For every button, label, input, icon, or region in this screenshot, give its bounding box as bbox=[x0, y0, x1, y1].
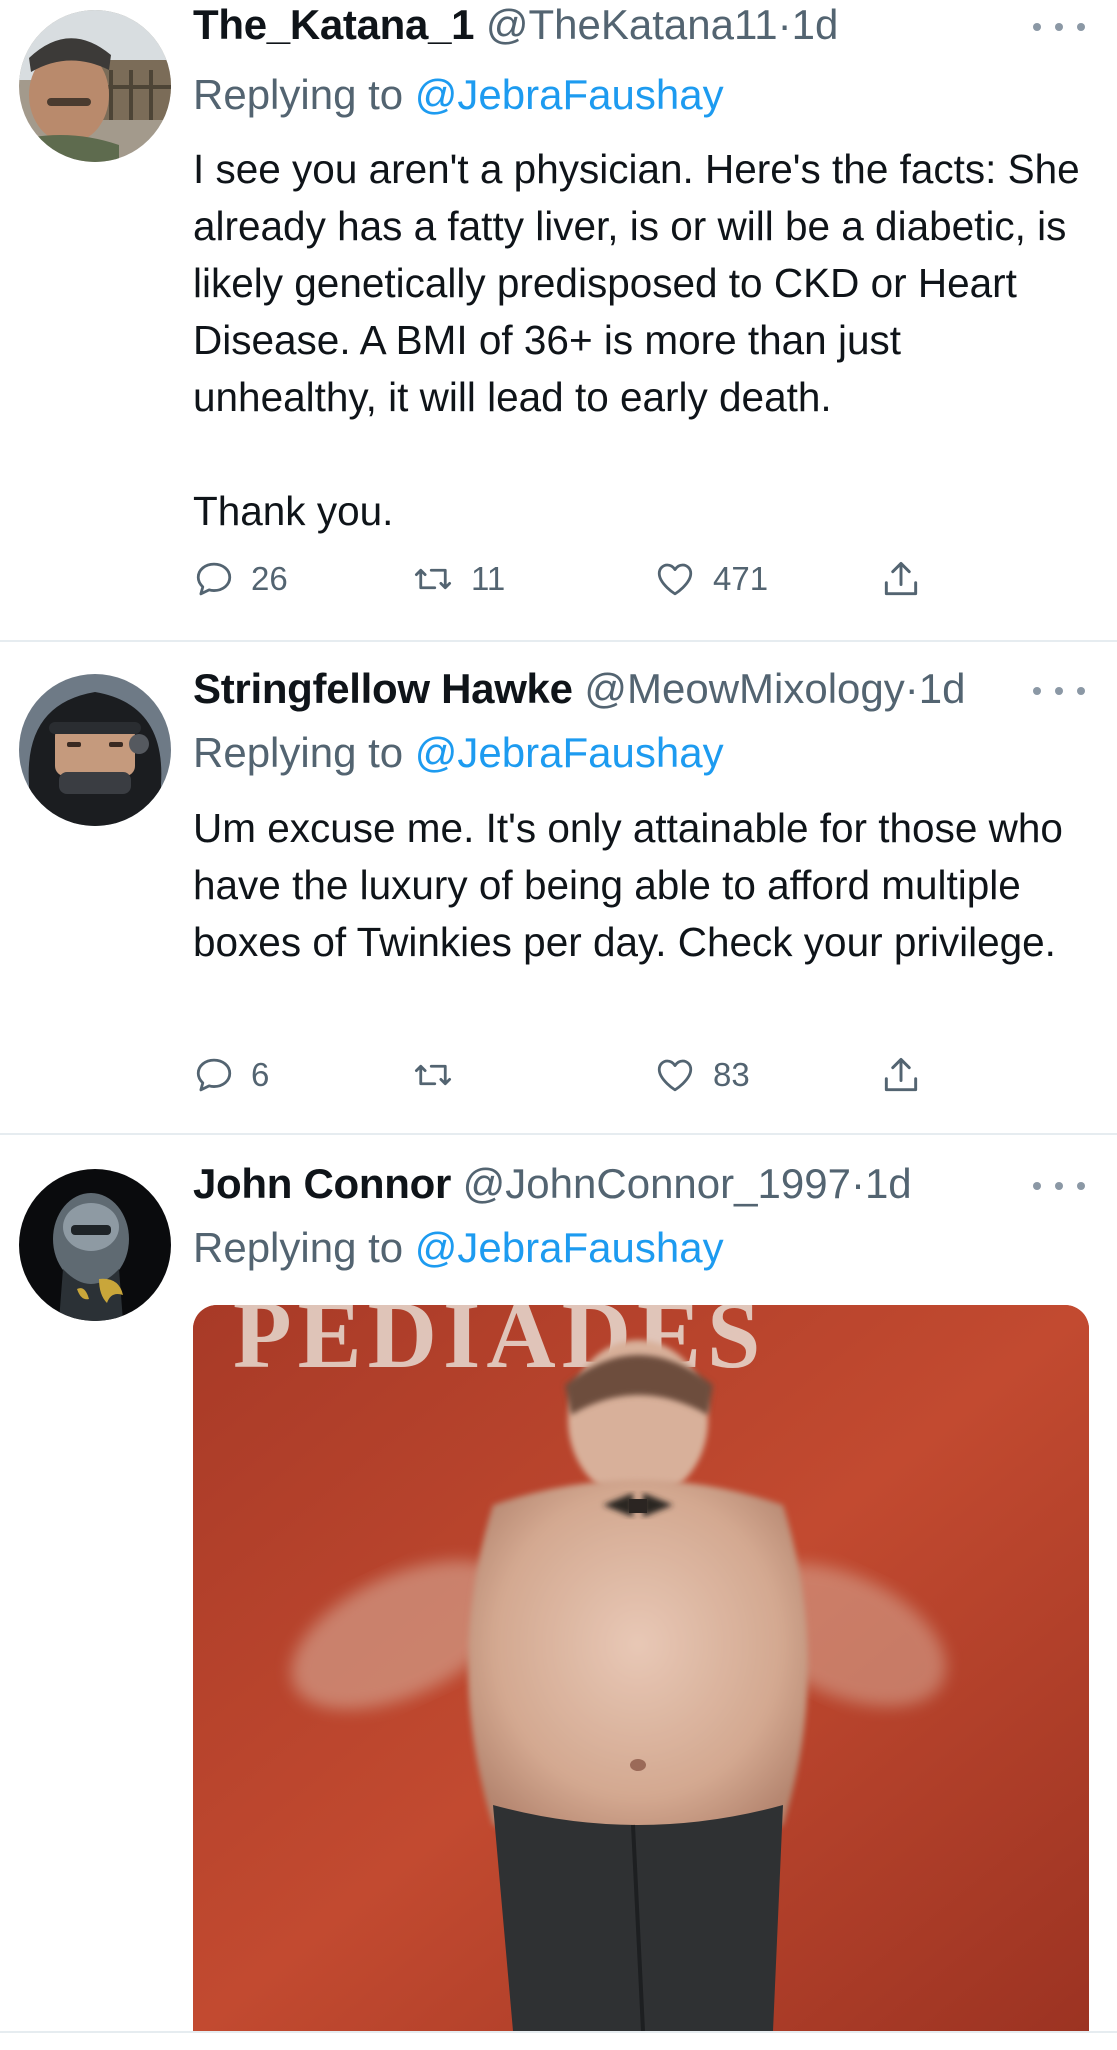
tweet-actions: 26 11 471 bbox=[193, 551, 933, 607]
retweet-icon bbox=[414, 568, 452, 590]
share-button[interactable] bbox=[879, 551, 923, 607]
retweet-count: 11 bbox=[471, 560, 506, 597]
user-handle[interactable]: @TheKatana11 bbox=[486, 1, 778, 48]
more-options-icon[interactable] bbox=[1033, 676, 1085, 706]
retweet-icon bbox=[414, 1064, 452, 1086]
avatar-photo-icon bbox=[19, 1169, 171, 1321]
replying-to: Replying to @JebraFaushay bbox=[193, 1223, 724, 1273]
bottom-divider bbox=[0, 2031, 1117, 2050]
avatar-photo-icon bbox=[19, 674, 171, 826]
tweet-header: Stringfellow Hawke @MeowMixology·1d bbox=[193, 664, 965, 714]
tweet-header: John Connor @JohnConnor_1997·1d bbox=[193, 1159, 912, 1209]
display-name[interactable]: John Connor bbox=[193, 1160, 451, 1207]
heart-icon bbox=[657, 1059, 693, 1092]
more-options-icon[interactable] bbox=[1033, 1171, 1085, 1201]
replying-to: Replying to @JebraFaushay bbox=[193, 728, 724, 778]
share-icon bbox=[884, 1057, 918, 1092]
tweet[interactable]: The_Katana_1 @TheKatana11·1d Replying to… bbox=[0, 0, 1117, 640]
share-icon bbox=[884, 561, 918, 596]
replying-to-label: Replying to bbox=[193, 71, 404, 118]
display-name[interactable]: The_Katana_1 bbox=[193, 1, 475, 48]
tweet-actions: 6 83 bbox=[193, 1047, 933, 1103]
replying-to-label: Replying to bbox=[193, 729, 404, 776]
reply-icon bbox=[196, 1058, 232, 1092]
reply-count: 6 bbox=[251, 1056, 270, 1093]
like-count: 471 bbox=[713, 560, 769, 597]
retweet-button[interactable] bbox=[411, 1047, 471, 1103]
reply-button[interactable]: 6 bbox=[193, 1047, 269, 1103]
tweet-paragraph: Thank you. bbox=[193, 488, 394, 534]
tweet-paragraph: I see you aren't a physician. Here's the… bbox=[193, 146, 1080, 420]
separator-dot: · bbox=[777, 1, 792, 48]
tweet-text: Um excuse me. It's only attainable for t… bbox=[193, 800, 1093, 971]
display-name[interactable]: Stringfellow Hawke bbox=[193, 665, 573, 712]
retweet-button[interactable]: 11 bbox=[411, 551, 505, 607]
avatar-photo-icon bbox=[19, 10, 171, 162]
heart-icon bbox=[657, 563, 693, 596]
tweet-media-gif[interactable]: PEDIADES bbox=[193, 1305, 1089, 2031]
replying-to-mention[interactable]: @JebraFaushay bbox=[415, 729, 724, 776]
replying-to-mention[interactable]: @JebraFaushay bbox=[415, 1224, 724, 1271]
avatar[interactable] bbox=[19, 1169, 171, 1321]
more-options-icon[interactable] bbox=[1033, 12, 1085, 42]
like-button[interactable]: 83 bbox=[653, 1047, 750, 1103]
avatar[interactable] bbox=[19, 674, 171, 826]
share-button[interactable] bbox=[879, 1047, 923, 1103]
reply-icon bbox=[196, 562, 232, 596]
replying-to-mention[interactable]: @JebraFaushay bbox=[415, 71, 724, 118]
tweet-text: I see you aren't a physician. Here's the… bbox=[193, 141, 1093, 540]
tweet-paragraph: Um excuse me. It's only attainable for t… bbox=[193, 805, 1063, 965]
user-handle[interactable]: @MeowMixology bbox=[584, 665, 904, 712]
like-count: 83 bbox=[713, 1056, 750, 1093]
timestamp[interactable]: 1d bbox=[792, 1, 839, 48]
replying-to: Replying to @JebraFaushay bbox=[193, 70, 724, 120]
timestamp[interactable]: 1d bbox=[919, 665, 966, 712]
tweet-header: The_Katana_1 @TheKatana11·1d bbox=[193, 0, 838, 50]
separator-dot: · bbox=[850, 1160, 865, 1207]
user-handle[interactable]: @JohnConnor_1997 bbox=[463, 1160, 851, 1207]
avatar[interactable] bbox=[19, 10, 171, 162]
separator-dot: · bbox=[904, 665, 919, 712]
timestamp[interactable]: 1d bbox=[865, 1160, 912, 1207]
tweet[interactable]: Stringfellow Hawke @MeowMixology·1d Repl… bbox=[0, 642, 1117, 1132]
reply-button[interactable]: 26 bbox=[193, 551, 288, 607]
replying-to-label: Replying to bbox=[193, 1224, 404, 1271]
reply-count: 26 bbox=[251, 560, 288, 597]
gif-image: PEDIADES bbox=[193, 1305, 1089, 2031]
like-button[interactable]: 471 bbox=[653, 551, 768, 607]
